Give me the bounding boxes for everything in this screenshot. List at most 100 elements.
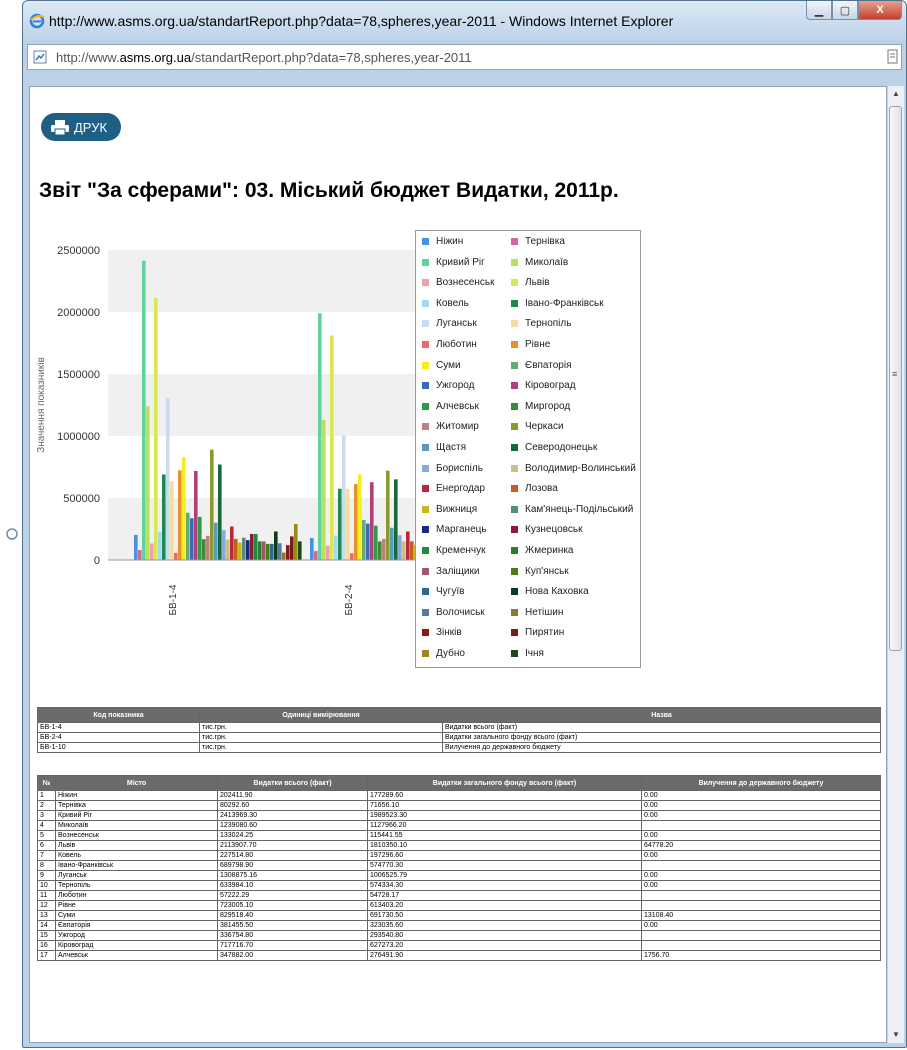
legend-item: Бориспіль: [422, 463, 483, 474]
table-cell: 12: [37, 900, 56, 911]
table-cell: 613403.20: [367, 900, 642, 911]
y-tick-label: 1500000: [57, 369, 100, 381]
table-cell: 293540.80: [367, 930, 642, 941]
table-cell: 1989523.30: [367, 810, 642, 821]
scroll-up-icon[interactable]: ▲: [888, 86, 904, 102]
table-cell: Тернопіль: [55, 880, 218, 891]
scroll-thumb[interactable]: ≡: [889, 106, 902, 651]
address-url[interactable]: http://www.asms.org.ua/standartReport.ph…: [56, 50, 472, 65]
table-row: 16 Кіровоград 717716.70 627273.20: [37, 940, 881, 951]
table-cell: 1: [37, 790, 56, 801]
table-cell: [641, 900, 881, 911]
chart-bar: [246, 540, 250, 560]
legend-label: Тернівка: [525, 236, 565, 247]
legend-item: Кременчук: [422, 545, 486, 556]
table-cell: 2: [37, 800, 56, 811]
table-cell: 717716.70: [217, 940, 368, 951]
legend-label: Кривий Ріг: [436, 256, 485, 268]
legend-swatch: [422, 402, 429, 410]
chart-bar: [362, 519, 366, 560]
maximize-button[interactable]: ▢: [832, 1, 858, 20]
table-cell: [641, 940, 881, 951]
chart-bar: [386, 470, 390, 560]
chart-bar: [154, 297, 158, 560]
legend-label: Черкаси: [525, 421, 564, 433]
legend-swatch: [511, 423, 518, 431]
legend-item: Кам'янець-Подільський: [511, 504, 633, 515]
legend-swatch: [422, 588, 429, 596]
address-bar[interactable]: http://www.asms.org.ua/standartReport.ph…: [27, 44, 902, 70]
chart-bar: [322, 420, 326, 560]
chart-bar: [358, 474, 362, 560]
legend-label: Бориспіль: [436, 462, 483, 474]
chart-bar: [350, 553, 354, 560]
legend-label: Ічня: [525, 648, 544, 659]
legend-item: Заліщики: [422, 566, 479, 577]
legend-item: Кривий Ріг: [422, 257, 485, 268]
chart-bar: [342, 435, 346, 560]
legend-swatch: [422, 238, 429, 245]
table-row: 1 Ніжин 202411.90 177289.60 0.00: [37, 790, 881, 801]
chart-bar: [274, 531, 278, 560]
table-row: 15 Ужгород 336754.80 293540.80: [37, 930, 881, 941]
minimize-button[interactable]: ▁: [806, 1, 832, 20]
legend-swatch: [422, 320, 429, 328]
table-cell: 11: [37, 890, 56, 901]
legend-item: Волочиськ: [422, 607, 485, 618]
chart-bar: [162, 474, 166, 560]
legend-label: Ужгород: [436, 380, 475, 392]
table-cell: 13108.40: [641, 910, 881, 921]
table-cell: 0.00: [641, 810, 881, 821]
legend-swatch: [422, 341, 429, 348]
table-cell: Суми: [55, 910, 218, 921]
chart-bar: [254, 533, 258, 560]
table-cell: 574334.30: [367, 880, 642, 891]
table-cell: БВ-1-10: [37, 742, 200, 753]
y-tick-label: 0: [94, 555, 100, 567]
legend-item: Івано-Франківськ: [511, 298, 604, 309]
compatibility-view-icon[interactable]: [887, 49, 899, 65]
table-row: 4 Миколаїв 1239080.60 1127966.20: [37, 820, 881, 831]
scroll-down-icon[interactable]: ▼: [888, 1027, 904, 1043]
table-cell: 14: [37, 920, 56, 931]
table-row: 2 Тернівка 80292.60 71656.10 0.00: [37, 800, 881, 811]
close-button[interactable]: X: [858, 1, 902, 20]
legend-swatch: [511, 526, 518, 534]
column-header: Вилучення до державного бюджету: [641, 775, 881, 791]
chart-bar: [146, 406, 150, 560]
legend-swatch: [422, 464, 429, 472]
vertical-scrollbar[interactable]: ▲ ≡ ▼: [887, 86, 904, 1043]
column-header: Місто: [55, 775, 218, 791]
chart-bar: [382, 538, 386, 560]
legend-item: Вижниця: [422, 504, 477, 515]
cities-data-table: № Місто Видатки всього (факт) Видатки загал…: [37, 775, 881, 961]
legend-label: Марганець: [436, 524, 487, 536]
table-cell: тис.грн.: [199, 742, 443, 753]
chart-bar: [290, 536, 294, 560]
page-content: ДРУК Звіт "За сферами": 03. Міський бюдж…: [29, 86, 887, 1043]
table-cell: 115441.55: [367, 830, 642, 841]
legend-swatch: [511, 238, 518, 245]
legend-label: Зінків: [436, 627, 462, 639]
legend-swatch: [422, 382, 429, 390]
legend-swatch: [422, 361, 429, 369]
table-cell: 54728.17: [367, 890, 642, 901]
chart-bar: [174, 552, 178, 560]
legend-label: Волочиськ: [436, 606, 485, 618]
legend-swatch: [511, 485, 518, 493]
print-button[interactable]: ДРУК: [41, 113, 121, 141]
print-label: ДРУК: [74, 119, 108, 135]
chart-bar: [178, 470, 182, 560]
legend-label: Лозова: [525, 483, 558, 495]
legend-label: Енергодар: [436, 483, 486, 495]
page-favicon-icon: [33, 50, 47, 64]
chart-bar: [170, 481, 174, 560]
table-cell: 0.00: [641, 870, 881, 881]
table-row: 3 Кривий Ріг 2413969.30 1989523.30 0.00: [37, 810, 881, 821]
chart-bar: [310, 538, 314, 560]
legend-item: Лозова: [511, 483, 558, 494]
legend-swatch: [511, 567, 518, 575]
chart-bar: [210, 449, 214, 560]
table-row: 13 Суми 829518.40 691730.50 13108.40: [37, 910, 881, 921]
legend-swatch: [422, 608, 429, 616]
